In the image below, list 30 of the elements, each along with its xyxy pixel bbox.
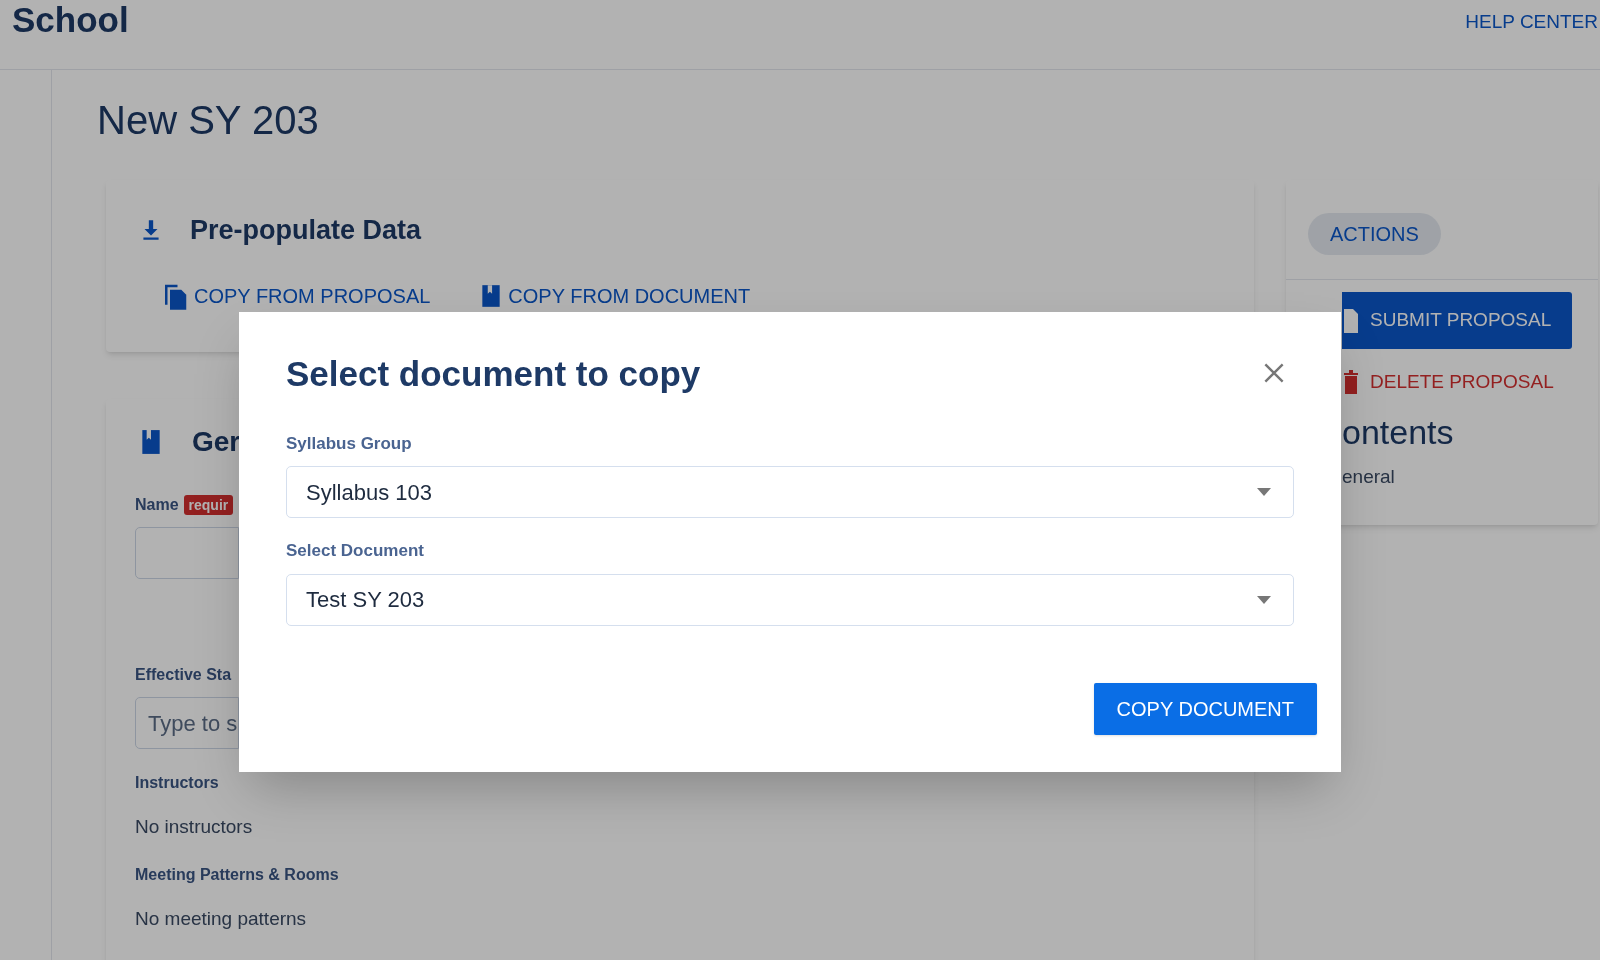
- field-label: Meeting Patterns & Rooms: [135, 865, 339, 885]
- copy-link[interactable]: COPY FROM DOCUMENT: [478, 280, 751, 311]
- actions-tab[interactable]: ACTIONS: [1308, 213, 1441, 255]
- help-center-link[interactable]: HELP CENTER: [1465, 0, 1600, 37]
- card-title: Ger: [192, 425, 241, 459]
- dropdown-caret-icon: [1257, 488, 1271, 496]
- modal-title: Select document to copy: [286, 353, 701, 395]
- submit-button[interactable]: SUBMIT PROPOSAL: [1342, 292, 1572, 349]
- input-field[interactable]: [135, 527, 239, 579]
- empty-text: No instructors: [135, 815, 254, 839]
- brand-title: School: [11, 0, 129, 37]
- field-label: Syllabus Group: [286, 432, 413, 455]
- trash-icon: [1344, 370, 1358, 394]
- delete-button[interactable]: DELETE PROPOSAL: [1342, 357, 1598, 407]
- input-field[interactable]: Type to s: [135, 697, 239, 749]
- field-label: Select Document: [286, 540, 425, 562]
- empty-text: No meeting patterns: [135, 907, 308, 931]
- copy-document-button[interactable]: COPY DOCUMENT: [1093, 682, 1317, 735]
- page-title: New SY 203: [97, 100, 320, 140]
- section-title: ontents: [1341, 415, 1455, 449]
- file-icon: [1344, 307, 1358, 334]
- dropdown-caret-icon: [1257, 595, 1271, 604]
- card-title: Pre-populate Data: [190, 214, 422, 247]
- field-label: Name: [135, 495, 179, 515]
- field-label: Effective Sta: [135, 665, 232, 685]
- field-label: Instructors: [135, 773, 219, 793]
- copy-link[interactable]: COPY FROM PROPOSAL: [160, 280, 431, 311]
- select-field[interactable]: Test SY 203: [286, 573, 1294, 626]
- required-badge: requir: [183, 495, 234, 515]
- select-field[interactable]: Syllabus 103: [286, 466, 1294, 518]
